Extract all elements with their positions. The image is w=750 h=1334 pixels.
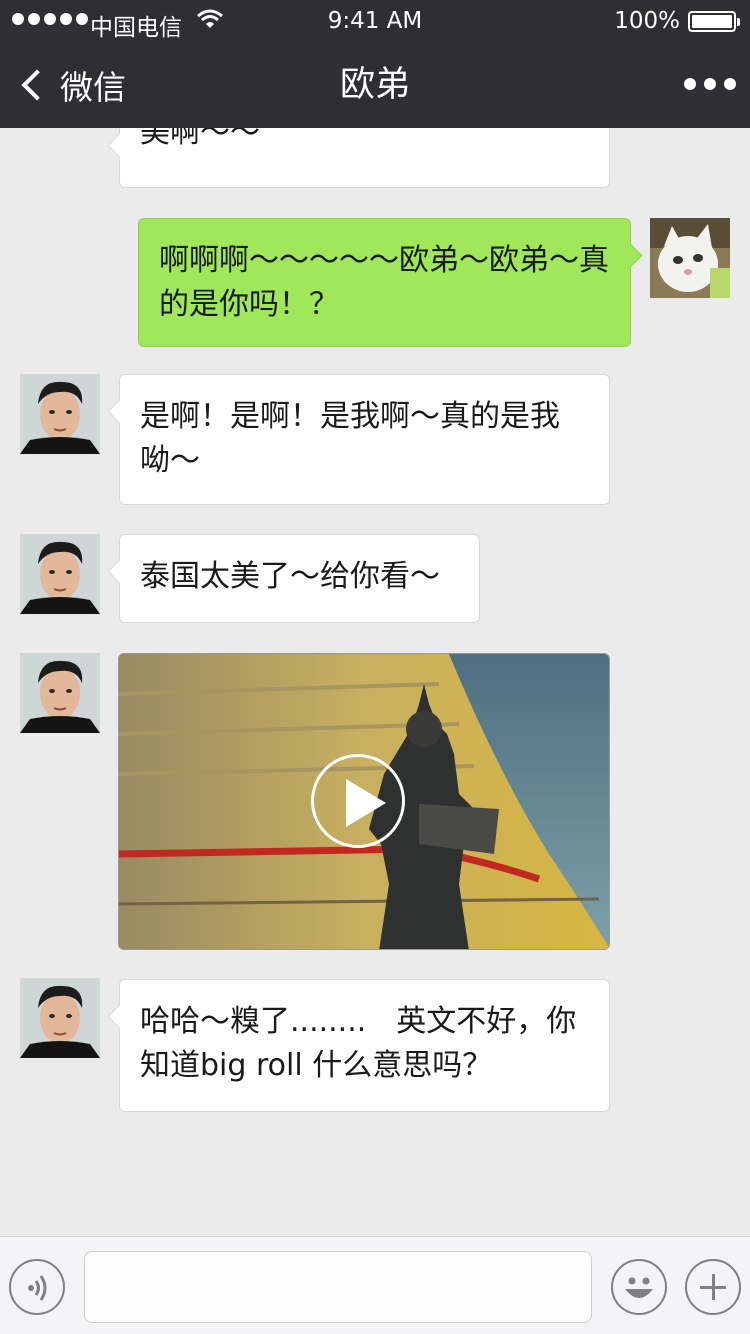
status-bar: 中国电信 9:41 AM 100% <box>0 0 750 44</box>
message-bubble[interactable]: 泰国太美了～给你看～ <box>119 534 480 623</box>
plus-button[interactable] <box>685 1259 741 1315</box>
avatar-contact[interactable] <box>20 534 100 614</box>
avatar-contact[interactable] <box>20 374 100 454</box>
message-text: 啊啊啊～～～～～欧弟～欧弟～真的是你吗！？ <box>159 243 609 322</box>
input-bar <box>0 1236 750 1334</box>
man-avatar-icon <box>20 978 100 1058</box>
video-message[interactable] <box>118 653 610 950</box>
chat-area[interactable]: 美啊～～ 啊啊啊～～～～～欧弟～欧弟～真的是你吗！？ 是啊！是啊！是我啊～真的是… <box>0 128 750 1236</box>
man-avatar-icon <box>20 374 100 454</box>
avatar-contact[interactable] <box>20 978 100 1058</box>
emoji-icon <box>625 1277 653 1298</box>
chat-title: 欧弟 <box>339 65 410 105</box>
message-text: 美啊～～ <box>140 128 260 150</box>
cat-avatar-icon <box>650 218 730 298</box>
man-avatar-icon <box>20 534 100 614</box>
message-bubble[interactable]: 是啊！是啊！是我啊～真的是我呦～ <box>119 374 610 505</box>
avatar-self[interactable] <box>650 218 730 298</box>
message-bubble[interactable]: 哈哈～糗了........ 英文不好，你知道big roll 什么意思吗？ <box>119 979 610 1112</box>
avatar-contact[interactable] <box>20 653 100 733</box>
voice-icon <box>28 1275 47 1301</box>
voice-button[interactable] <box>9 1259 65 1315</box>
header: 中国电信 9:41 AM 100% 微信 欧弟 <box>0 0 750 128</box>
emoji-button[interactable] <box>611 1259 667 1315</box>
message-bubble[interactable]: 美啊～～ <box>119 128 610 188</box>
message-text: 是啊！是啊！是我啊～真的是我呦～ <box>140 399 560 478</box>
man-avatar-icon <box>20 653 100 733</box>
message-text: 泰国太美了～给你看～ <box>140 559 440 594</box>
battery-percent: 100% <box>614 8 680 34</box>
play-icon[interactable] <box>311 754 405 848</box>
more-dots-icon[interactable] <box>684 78 736 90</box>
message-bubble[interactable]: 啊啊啊～～～～～欧弟～欧弟～真的是你吗！？ <box>138 218 631 347</box>
nav-bar: 微信 欧弟 <box>0 44 750 128</box>
battery-icon <box>688 11 740 32</box>
message-input[interactable] <box>84 1251 592 1323</box>
message-text: 哈哈～糗了........ 英文不好，你知道big roll 什么意思吗？ <box>140 1004 577 1083</box>
